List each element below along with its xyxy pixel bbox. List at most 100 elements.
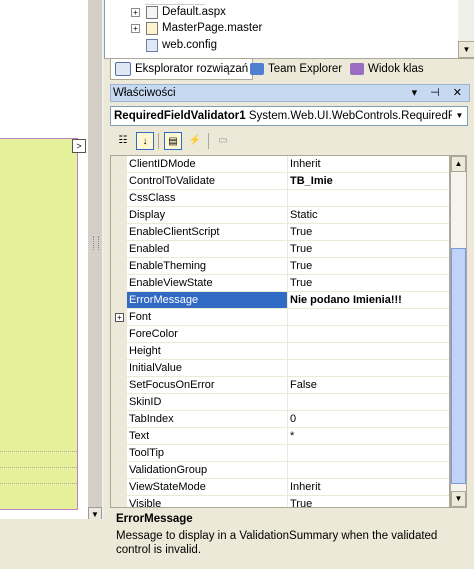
property-value[interactable]: Nie podano Imienia!!!: [287, 292, 449, 309]
window-controls[interactable]: ▾ ⊣ ✕: [412, 85, 467, 101]
property-grid-scrollbar[interactable]: ▲ ▼: [450, 155, 467, 508]
property-row[interactable]: TabIndex 0: [111, 411, 449, 428]
expand-icon[interactable]: +: [115, 313, 124, 322]
property-value[interactable]: TB_Imie: [287, 173, 449, 190]
property-name[interactable]: Font: [127, 309, 287, 326]
property-name[interactable]: ToolTip: [127, 445, 287, 462]
property-value[interactable]: [287, 394, 449, 411]
scroll-up-arrow-icon[interactable]: ▲: [451, 156, 466, 172]
property-pages-icon[interactable]: ▭: [214, 132, 232, 150]
toolbar-separator: [208, 133, 209, 149]
property-row[interactable]: Enabled True: [111, 241, 449, 258]
property-value[interactable]: [287, 360, 449, 377]
description-title: ErrorMessage: [116, 513, 193, 525]
property-value[interactable]: [287, 343, 449, 360]
tab-solution-explorer[interactable]: Eksplorator rozwiązań: [110, 59, 254, 80]
property-row[interactable]: Text *: [111, 428, 449, 445]
expand-icon[interactable]: +: [131, 23, 140, 33]
content-placeholder-region[interactable]: [0, 138, 78, 510]
property-row[interactable]: SkinID: [111, 394, 449, 411]
property-row[interactable]: InitialValue: [111, 360, 449, 377]
tree-item-web-config[interactable]: web.config: [131, 37, 217, 53]
scroll-down-arrow-icon[interactable]: ▼: [458, 41, 474, 58]
property-name[interactable]: ViewStateMode: [127, 479, 287, 496]
property-name[interactable]: ErrorMessage: [127, 292, 287, 309]
property-name[interactable]: Height: [127, 343, 287, 360]
property-row[interactable]: ToolTip: [111, 445, 449, 462]
divider: [0, 483, 77, 484]
property-name[interactable]: Visible: [127, 496, 287, 507]
chevron-down-icon[interactable]: ▼: [452, 107, 467, 125]
smart-tag-button[interactable]: >: [72, 139, 86, 153]
property-value[interactable]: True: [287, 275, 449, 292]
property-value[interactable]: True: [287, 496, 449, 507]
property-name[interactable]: ClientIDMode: [127, 156, 287, 173]
property-name[interactable]: CssClass: [127, 190, 287, 207]
scroll-down-arrow-icon[interactable]: ▼: [451, 491, 466, 507]
property-row[interactable]: ControlToValidate TB_Imie: [111, 173, 449, 190]
property-value[interactable]: True: [287, 258, 449, 275]
property-value[interactable]: Inherit: [287, 156, 449, 173]
property-value[interactable]: Static: [287, 207, 449, 224]
property-row[interactable]: Display Static: [111, 207, 449, 224]
property-value[interactable]: True: [287, 241, 449, 258]
vertical-splitter[interactable]: [88, 0, 102, 519]
property-row[interactable]: EnableTheming True: [111, 258, 449, 275]
tab-class-view[interactable]: Widok klas: [346, 59, 428, 79]
tree-scrollbar[interactable]: ▼: [458, 0, 474, 58]
property-name[interactable]: EnableViewState: [127, 275, 287, 292]
solution-explorer-tree[interactable]: + Default.aspx + MasterPage.master web.c…: [104, 0, 474, 58]
property-name[interactable]: ValidationGroup: [127, 462, 287, 479]
property-row[interactable]: ClientIDMode Inherit: [111, 156, 449, 173]
tree-item-default-aspx[interactable]: + Default.aspx: [131, 4, 226, 20]
property-grid[interactable]: ClientIDMode Inherit ControlToValidate TB_I…: [110, 155, 450, 508]
property-row[interactable]: Visible True: [111, 496, 449, 507]
property-row[interactable]: EnableViewState True: [111, 275, 449, 292]
property-value[interactable]: *: [287, 428, 449, 445]
object-selector-dropdown[interactable]: RequiredFieldValidator1 System.Web.UI.We…: [110, 106, 468, 126]
property-name[interactable]: Enabled: [127, 241, 287, 258]
tab-label: Team Explorer: [268, 63, 343, 75]
property-name[interactable]: InitialValue: [127, 360, 287, 377]
property-value[interactable]: Inherit: [287, 479, 449, 496]
property-row[interactable]: SetFocusOnError False: [111, 377, 449, 394]
property-value[interactable]: 0: [287, 411, 449, 428]
property-value[interactable]: [287, 462, 449, 479]
property-row[interactable]: ValidationGroup: [111, 462, 449, 479]
design-view[interactable]: > ▼: [0, 0, 104, 569]
property-row[interactable]: + Font: [111, 309, 449, 326]
scrollbar-thumb[interactable]: [451, 248, 466, 484]
property-name[interactable]: EnableClientScript: [127, 224, 287, 241]
property-row[interactable]: CssClass: [111, 190, 449, 207]
tree-item-masterpage[interactable]: + MasterPage.master: [131, 20, 262, 36]
property-name[interactable]: EnableTheming: [127, 258, 287, 275]
property-row[interactable]: Height: [111, 343, 449, 360]
property-name[interactable]: SetFocusOnError: [127, 377, 287, 394]
alphabetical-sort-icon[interactable]: ↓: [136, 132, 154, 150]
properties-title-bar[interactable]: Właściwości ▾ ⊣ ✕: [110, 84, 470, 102]
tab-team-explorer[interactable]: Team Explorer: [246, 59, 346, 79]
property-name[interactable]: ControlToValidate: [127, 173, 287, 190]
divider: [0, 451, 77, 452]
property-value[interactable]: [287, 445, 449, 462]
properties-icon[interactable]: ▤: [164, 132, 182, 150]
property-name[interactable]: SkinID: [127, 394, 287, 411]
property-row[interactable]: ViewStateMode Inherit: [111, 479, 449, 496]
property-value[interactable]: [287, 309, 449, 326]
property-name[interactable]: Display: [127, 207, 287, 224]
property-name[interactable]: TabIndex: [127, 411, 287, 428]
events-lightning-icon[interactable]: ⚡: [186, 132, 204, 150]
property-row[interactable]: EnableClientScript True: [111, 224, 449, 241]
property-value[interactable]: True: [287, 224, 449, 241]
property-row[interactable]: ErrorMessage Nie podano Imienia!!!: [111, 292, 449, 309]
property-name[interactable]: Text: [127, 428, 287, 445]
expand-icon[interactable]: +: [131, 7, 140, 17]
property-description-pane: ErrorMessage Message to display in a Val…: [110, 510, 470, 566]
property-value[interactable]: [287, 326, 449, 343]
property-value[interactable]: False: [287, 377, 449, 394]
tab-label: Widok klas: [368, 63, 424, 75]
property-row[interactable]: ForeColor: [111, 326, 449, 343]
property-name[interactable]: ForeColor: [127, 326, 287, 343]
property-value[interactable]: [287, 190, 449, 207]
categorized-icon[interactable]: ☷: [114, 132, 132, 150]
